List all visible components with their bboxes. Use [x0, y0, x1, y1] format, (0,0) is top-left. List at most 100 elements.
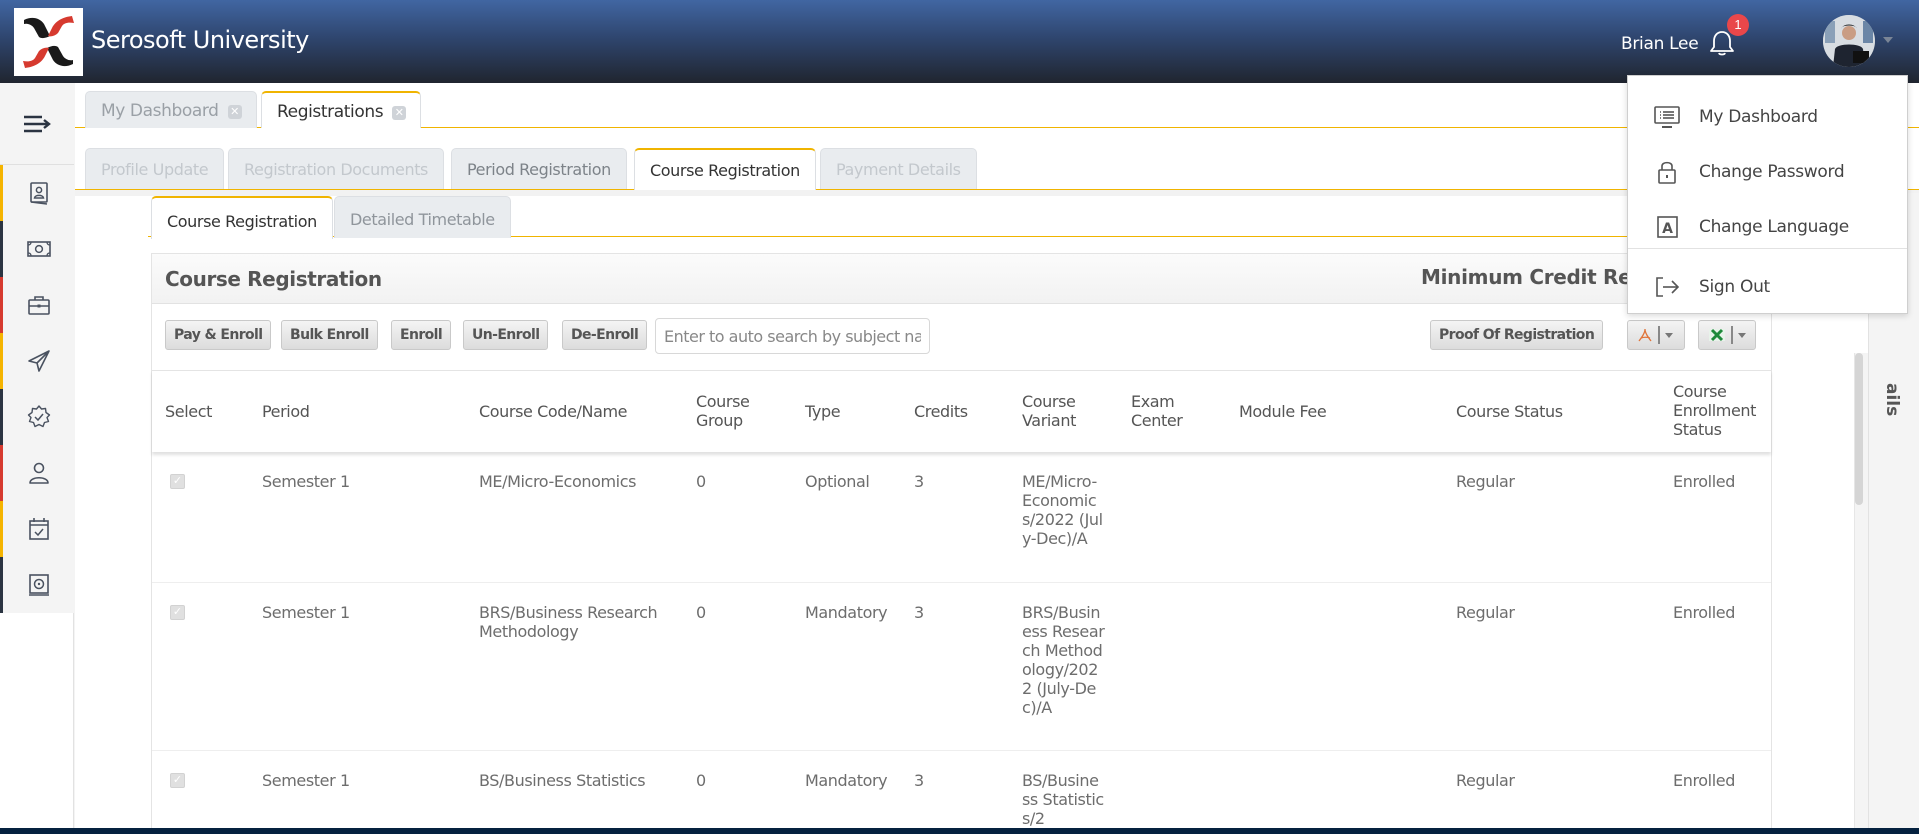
enroll-button[interactable]: Enroll: [391, 320, 452, 350]
chevron-down-icon: [1665, 332, 1673, 338]
close-icon[interactable]: ✕: [227, 105, 242, 119]
column-header-exam-center: Exam Center: [1131, 392, 1183, 430]
column-header-type: Type: [805, 402, 841, 421]
course-registration-area: Course Registration Detailed Timetable C…: [148, 196, 1848, 829]
user-name[interactable]: Brian Lee: [1621, 34, 1699, 54]
user-menu-caret-icon[interactable]: [1883, 37, 1893, 43]
menu-item-change-language[interactable]: A Change Language: [1628, 200, 1907, 254]
user-avatar[interactable]: [1823, 15, 1875, 67]
gear-check-icon: [27, 405, 50, 428]
cell-type: Optional: [805, 472, 870, 491]
calendar-check-icon: [28, 518, 49, 540]
column-header-module-fee: Module Fee: [1239, 402, 1327, 421]
cell-enrollment-status: Enrolled: [1673, 771, 1735, 790]
bulk-enroll-button[interactable]: Bulk Enroll: [281, 320, 378, 350]
pdf-icon: [1638, 328, 1652, 342]
chevron-down-icon: [1738, 332, 1746, 338]
cell-enrollment-status: Enrolled: [1673, 603, 1735, 622]
sidebar-item-media[interactable]: [0, 557, 74, 613]
subtab-detailed-timetable[interactable]: Detailed Timetable: [334, 196, 511, 238]
excel-icon: [1709, 328, 1725, 342]
cell-variant: BS/Business Statistics/2: [1022, 771, 1104, 828]
cell-group: 0: [696, 472, 706, 491]
menu-divider: [1628, 248, 1907, 249]
un-enroll-button[interactable]: Un-Enroll: [463, 320, 549, 350]
send-icon: [27, 350, 50, 372]
notification-badge[interactable]: 1: [1727, 14, 1749, 36]
university-logo[interactable]: [14, 8, 83, 76]
table-header: Select Period Course Code/Name Course Gr…: [152, 370, 1771, 452]
step-period-registration[interactable]: Period Registration: [451, 148, 627, 189]
subject-search-input[interactable]: [655, 318, 930, 354]
lock-icon: [1658, 161, 1676, 184]
cell-group: 0: [696, 771, 706, 790]
column-header-course-status: Course Status: [1456, 402, 1563, 421]
excel-export-button[interactable]: [1698, 320, 1756, 350]
cell-type: Mandatory: [805, 603, 888, 622]
bottom-bar: [0, 828, 1919, 834]
table-row: ✓ Semester 1 BRS/Business Research Metho…: [152, 583, 1771, 751]
panel-title: Course Registration: [165, 267, 382, 291]
sidebar-toggle-area: [0, 83, 74, 165]
app-title: Serosoft University: [91, 26, 309, 54]
pdf-export-button[interactable]: [1627, 320, 1685, 350]
menu-item-label: My Dashboard: [1699, 107, 1818, 127]
sidebar-item-users[interactable]: [0, 445, 74, 501]
step-profile-update: Profile Update: [85, 148, 225, 189]
cell-course: BRS/Business Research Methodology: [479, 603, 658, 641]
sidebar-item-profile[interactable]: [0, 165, 74, 221]
cell-type: Mandatory: [805, 771, 888, 790]
serosoft-logo-icon: [23, 16, 74, 68]
tab-registrations[interactable]: Registrations ✕: [261, 91, 422, 130]
de-enroll-button[interactable]: De-Enroll: [562, 320, 648, 350]
cell-course: ME/Micro-Economics: [479, 472, 637, 491]
cell-variant: BRS/Business Research Methodology/2022 (…: [1022, 603, 1105, 717]
cell-credits: 3: [914, 603, 924, 622]
action-toolbar: Pay & Enroll Bulk Enroll Enroll Un-Enrol…: [165, 318, 1765, 356]
cell-variant: ME/Micro-Economics/2022 (July-Dec)/A: [1022, 472, 1103, 548]
step-label: Payment Details: [836, 160, 961, 179]
menu-arrow-icon[interactable]: [22, 113, 52, 135]
disc-icon: [28, 574, 49, 596]
table-row: ✓ Semester 1 BS/Business Statistics 0 Ma…: [152, 751, 1771, 829]
cell-group: 0: [696, 603, 706, 622]
menu-item-change-password[interactable]: Change Password: [1628, 145, 1907, 199]
row-select-checkbox[interactable]: ✓: [170, 474, 185, 489]
column-header-enrollment-status: Course Enrollment Status: [1673, 382, 1757, 439]
cell-course-status: Regular: [1456, 771, 1515, 790]
sidebar-item-calendar[interactable]: [0, 501, 74, 557]
step-label: Period Registration: [467, 160, 611, 179]
course-registration-panel: Course Registration Minimum Credit Requ …: [151, 253, 1772, 829]
avatar-photo-icon: [1823, 15, 1875, 67]
tab-label: My Dashboard: [101, 101, 219, 121]
row-select-checkbox[interactable]: ✓: [170, 605, 185, 620]
menu-item-sign-out[interactable]: Sign Out: [1628, 260, 1907, 314]
language-icon: A: [1657, 216, 1678, 238]
pay-and-enroll-button[interactable]: Pay & Enroll: [165, 320, 272, 350]
step-label: Profile Update: [101, 160, 209, 179]
sub-tab-bar: Course Registration Detailed Timetable: [148, 196, 1848, 239]
tab-label: Registrations: [277, 102, 384, 122]
minimum-credit-title: Minimum Credit Requ: [1421, 265, 1660, 289]
sidebar-item-career[interactable]: [0, 277, 74, 333]
briefcase-icon: [27, 296, 50, 315]
sidebar-item-settings[interactable]: [0, 389, 74, 445]
tab-my-dashboard[interactable]: My Dashboard ✕: [85, 91, 257, 129]
sidebar-item-finance[interactable]: [0, 221, 74, 277]
divider: [1731, 326, 1733, 344]
menu-item-my-dashboard[interactable]: My Dashboard: [1628, 90, 1907, 144]
menu-item-label: Change Password: [1699, 162, 1845, 182]
svg-text:A: A: [1662, 221, 1673, 237]
side-panel-label: ails: [1882, 383, 1902, 417]
subtab-course-registration[interactable]: Course Registration: [151, 196, 333, 239]
scrollbar-thumb[interactable]: [1855, 353, 1863, 505]
cell-period: Semester 1: [262, 771, 350, 790]
sidebar-item-messages[interactable]: [0, 333, 74, 389]
close-icon[interactable]: ✕: [392, 106, 407, 120]
row-select-checkbox[interactable]: ✓: [170, 773, 185, 788]
proof-of-registration-button[interactable]: Proof Of Registration: [1430, 320, 1604, 350]
cell-credits: 3: [914, 472, 924, 491]
user-icon: [28, 462, 49, 484]
step-course-registration[interactable]: Course Registration: [634, 148, 816, 190]
subtab-label: Detailed Timetable: [350, 210, 495, 229]
